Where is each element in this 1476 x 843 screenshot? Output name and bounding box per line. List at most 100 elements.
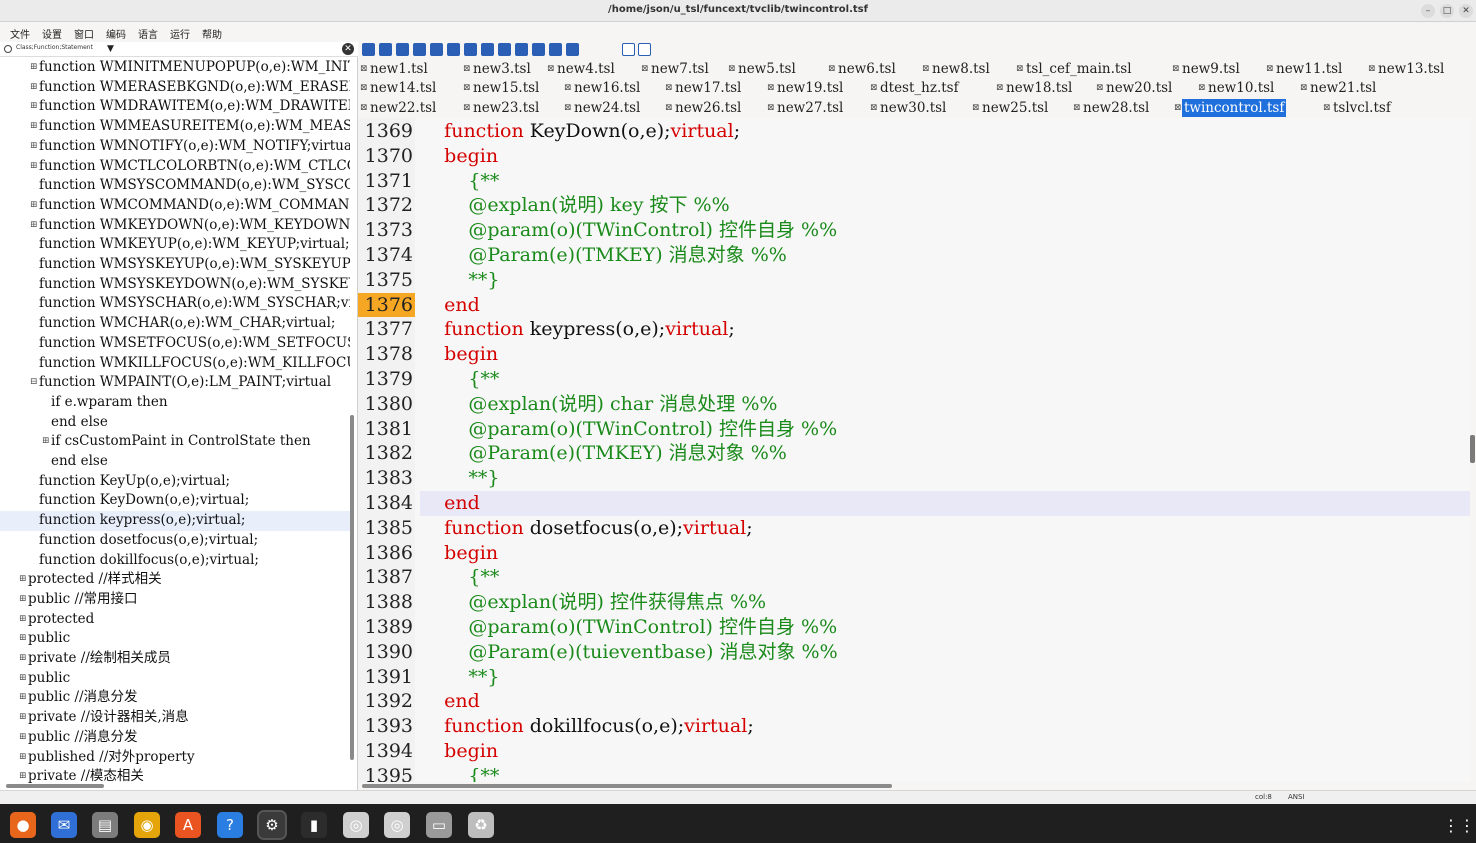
tree-item[interactable]: function WMCHAR(o,e):WM_CHAR;virtual;	[0, 314, 350, 334]
tab-new30-tsl[interactable]: new30.tsl ⊠	[868, 99, 970, 117]
line-number-breakpoint[interactable]: 1376	[358, 292, 415, 318]
tree-item[interactable]: ⊞protected //样式相关	[0, 570, 350, 590]
tab-close-icon[interactable]: ⊠	[463, 79, 471, 97]
tree-item[interactable]: ⊞function WMERASEBKGND(o,e):WM_ERASEBKGN…	[0, 78, 350, 98]
tab-close-icon[interactable]: ⊠	[870, 79, 878, 97]
list-icon[interactable]	[549, 43, 562, 56]
trash-icon[interactable]: ♻	[468, 812, 494, 838]
line-number[interactable]: 1383	[358, 466, 415, 491]
thunderbird-icon[interactable]: ✉	[51, 812, 77, 838]
tab-new24-tsl[interactable]: new24.tsl ⊠	[562, 99, 663, 117]
menu-language[interactable]: 语言	[138, 26, 158, 41]
line-number[interactable]: 1377	[358, 317, 415, 342]
expand-icon[interactable]: ⊞	[19, 688, 28, 708]
tree-item[interactable]: ⊟function WMPAINT(O,e):LM_PAINT;virtual	[0, 373, 350, 393]
line-number[interactable]: 1389	[358, 615, 415, 640]
dropdown-arrow-icon[interactable]: ▼	[107, 44, 114, 54]
menu-window[interactable]: 窗口	[74, 26, 94, 41]
code-line[interactable]: function dokillfocus(o,e);virtual;	[420, 714, 1470, 739]
tree-item[interactable]: function WMSYSCHAR(o,e):WM_SYSCHAR;virtu…	[0, 294, 350, 314]
tab-tslvcl-tsf[interactable]: tslvcl.tsf ⊠	[1321, 99, 1426, 117]
code-line[interactable]: function keypress(o,e);virtual;	[420, 317, 1470, 342]
save-all-icon[interactable]	[396, 43, 409, 56]
tab-new7-tsl[interactable]: new7.tsl ⊠	[639, 60, 726, 78]
tree-item[interactable]: ⊞function WMDRAWITEM(o,e):WM_DRAWITEM;vi…	[0, 97, 350, 117]
search-icon[interactable]	[498, 43, 511, 56]
code-line[interactable]: **}	[420, 268, 1470, 293]
code-line[interactable]: @param(o)(TWinControl) 控件自身 %%	[420, 417, 1470, 442]
maximize-button[interactable]: □	[1440, 4, 1454, 18]
tab-twincontrol-tsf[interactable]: twincontrol.tsf ⊠	[1172, 99, 1321, 117]
expand-icon[interactable]: ⊞	[30, 78, 39, 98]
code-line[interactable]: begin	[420, 739, 1470, 764]
locate-icon[interactable]	[566, 43, 579, 56]
save-icon[interactable]	[379, 43, 392, 56]
line-number[interactable]: 1371	[358, 169, 415, 194]
tree-item[interactable]: ⊞function WMKEYDOWN(o,e):WM_KEYDOWN;virt…	[0, 216, 350, 236]
outline-horizontal-scrollbar[interactable]	[6, 784, 104, 788]
tab-close-icon[interactable]: ⊠	[922, 60, 930, 78]
forward-icon[interactable]	[532, 43, 545, 56]
code-line[interactable]: @explan(说明) 控件获得焦点 %%	[420, 590, 1470, 615]
tree-item[interactable]: ⊞function WMCTLCOLORBTN(o,e):WM_CTLCOLOR…	[0, 157, 350, 177]
tab-close-icon[interactable]: ⊠	[1016, 60, 1024, 78]
code-line[interactable]: {**	[420, 764, 1470, 782]
code-line[interactable]: @param(o)(TWinControl) 控件自身 %%	[420, 218, 1470, 243]
undo-icon[interactable]	[447, 43, 460, 56]
expand-icon[interactable]: ⊞	[30, 157, 39, 177]
paste-icon[interactable]	[430, 43, 443, 56]
new-file-icon[interactable]	[362, 43, 375, 56]
tab-new6-tsl[interactable]: new6.tsl ⊠	[826, 60, 920, 78]
code-line[interactable]: end	[420, 293, 1470, 318]
disc-icon-2[interactable]: ◎	[384, 812, 410, 838]
code-line[interactable]: **}	[420, 466, 1470, 491]
line-number[interactable]: 1388	[358, 590, 415, 615]
line-number[interactable]: 1380	[358, 392, 415, 417]
tree-item[interactable]: ⊞private //绘制相关成员	[0, 649, 350, 669]
tree-item[interactable]: end else	[0, 413, 350, 433]
files-icon[interactable]: ▤	[92, 812, 118, 838]
find-icon[interactable]	[481, 43, 494, 56]
tree-item[interactable]: ⊞private //设计器相关,消息	[0, 708, 350, 728]
copy-icon[interactable]	[413, 43, 426, 56]
tab-new28-tsl[interactable]: new28.tsl ⊠	[1071, 99, 1172, 117]
tree-item[interactable]: function WMSYSKEYUP(o,e):WM_SYSKEYUP;vir…	[0, 255, 350, 275]
tree-item[interactable]: function KeyDown(o,e);virtual;	[0, 491, 350, 511]
expand-icon[interactable]: ⊞	[42, 432, 51, 452]
tab-new19-tsl[interactable]: new19.tsl ⊠	[765, 79, 868, 97]
tree-item[interactable]: ⊞public	[0, 669, 350, 689]
expand-icon[interactable]: ⊞	[19, 570, 28, 590]
expand-icon[interactable]: ⊞	[30, 58, 39, 78]
expand-icon[interactable]: ⊞	[30, 196, 39, 216]
tree-item[interactable]: function dokillfocus(o,e);virtual;	[0, 551, 350, 571]
tree-item[interactable]: ⊞public //消息分发	[0, 688, 350, 708]
editor-vertical-scrollbar[interactable]	[1470, 435, 1475, 463]
tab-tsl-cef-main-tsl[interactable]: tsl_cef_main.tsl ⊠	[1014, 60, 1170, 78]
tab-close-icon[interactable]: ⊠	[1096, 79, 1104, 97]
filter-label[interactable]: Class;Function;Statement	[16, 44, 106, 51]
expand-icon[interactable]: ⊞	[30, 216, 39, 236]
tab-new20-tsl[interactable]: new20.tsl ⊠	[1094, 79, 1196, 97]
minimize-button[interactable]: –	[1421, 4, 1435, 18]
outline-vertical-scrollbar[interactable]	[350, 415, 354, 760]
tab-close-icon[interactable]: ⊠	[564, 79, 572, 97]
code-line[interactable]: @param(o)(TWinControl) 控件自身 %%	[420, 615, 1470, 640]
tab-new1-tsl[interactable]: new1.tsl ⊠	[358, 60, 461, 78]
line-number[interactable]: 1379	[358, 367, 415, 392]
code-line[interactable]: @Param(e)(TMKEY) 消息对象 %%	[420, 243, 1470, 268]
app-grid-icon[interactable]: ⋮⋮⋮	[1443, 816, 1476, 836]
line-number[interactable]: 1370	[358, 144, 415, 169]
code-line[interactable]: @explan(说明) char 消息处理 %%	[420, 392, 1470, 417]
line-number[interactable]: 1375	[358, 268, 415, 293]
code-line[interactable]: end	[420, 689, 1470, 714]
tree-item[interactable]: ⊞function WMINITMENUPOPUP(o,e):WM_INITME…	[0, 58, 350, 78]
line-number[interactable]: 1373	[358, 218, 415, 243]
tab-close-icon[interactable]: ⊠	[1073, 99, 1081, 117]
tree-item[interactable]: function KeyUp(o,e);virtual;	[0, 472, 350, 492]
tab-close-icon[interactable]: ⊠	[828, 60, 836, 78]
line-number[interactable]: 1372	[358, 193, 415, 218]
line-number[interactable]: 1391	[358, 665, 415, 690]
code-line[interactable]: {**	[420, 367, 1470, 392]
expand-icon[interactable]: ⊞	[19, 748, 28, 768]
tree-item[interactable]: ⊞if csCustomPaint in ControlState then	[0, 432, 350, 452]
